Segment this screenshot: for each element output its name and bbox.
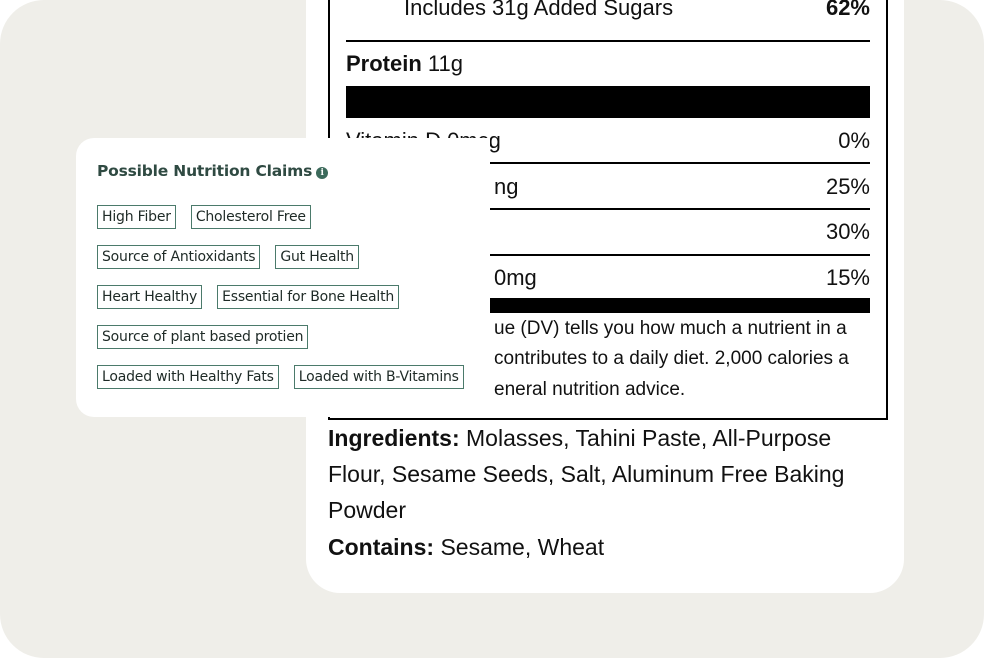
info-icon[interactable]: i	[316, 167, 329, 179]
claims-row: Loaded with Healthy Fats Loaded with B-V…	[97, 365, 464, 389]
vitamin-d-pct: 0%	[838, 128, 870, 153]
nutrient-row-3-pct: 30%	[825, 219, 870, 244]
footnote-line: ue (DV) tells you how much a nutrient in…	[494, 318, 847, 339]
ingredients-label: Ingredients:	[328, 425, 460, 451]
protein-amount: 11g	[427, 51, 463, 76]
added-sugars-text: Includes 31g Added Sugars	[404, 0, 674, 20]
nutrient-row-2-pct: 25%	[825, 174, 870, 199]
claim-tag[interactable]: Loaded with B-Vitamins	[293, 365, 464, 389]
nutrition-claims-panel: Possible Nutrition Claims i High Fiber Ch…	[76, 138, 490, 417]
nutrient-row-4-text: 0mg	[494, 265, 537, 290]
claim-tag[interactable]: Source of plant based protien	[97, 325, 309, 349]
ingredients: Ingredients: Molasses, Tahini Paste, All…	[328, 420, 888, 528]
claim-tag[interactable]: Gut Health	[275, 245, 359, 269]
added-sugars-pct: 62%	[825, 0, 870, 20]
contains-text: Sesame, Wheat	[440, 534, 605, 560]
footnote-line: contributes to a daily diet. 2,000 calor…	[494, 348, 849, 369]
protein-label: Protein	[346, 51, 422, 76]
claim-tag[interactable]: Essential for Bone Health	[217, 285, 400, 309]
thick-divider	[346, 86, 870, 118]
claims-row: High Fiber Cholesterol Free	[97, 205, 311, 229]
claim-tag[interactable]: Source of Antioxidants	[97, 245, 261, 269]
claim-tag[interactable]: Cholesterol Free	[190, 205, 311, 229]
claims-row: Heart Healthy Essential for Bone Health	[97, 285, 400, 309]
claim-tag[interactable]: High Fiber	[97, 205, 176, 229]
claim-tag[interactable]: Heart Healthy	[97, 285, 203, 309]
claims-row: Source of Antioxidants Gut Health	[97, 245, 359, 269]
protein-row: Protein 11g	[346, 51, 463, 77]
nutrient-row-4-pct: 15%	[825, 265, 870, 290]
claims-row: Source of plant based protien	[97, 325, 309, 349]
claims-title: Possible Nutrition Claims i	[97, 162, 329, 180]
footnote-line: eneral nutrition advice.	[494, 379, 686, 400]
contains-label: Contains:	[328, 534, 435, 560]
allergens: Contains: Sesame, Wheat	[328, 529, 888, 565]
divider	[346, 40, 870, 42]
claim-tag[interactable]: Loaded with Healthy Fats	[97, 365, 279, 389]
claims-title-text: Possible Nutrition Claims	[97, 162, 313, 180]
nutrient-row-2-text: ng	[494, 174, 519, 199]
